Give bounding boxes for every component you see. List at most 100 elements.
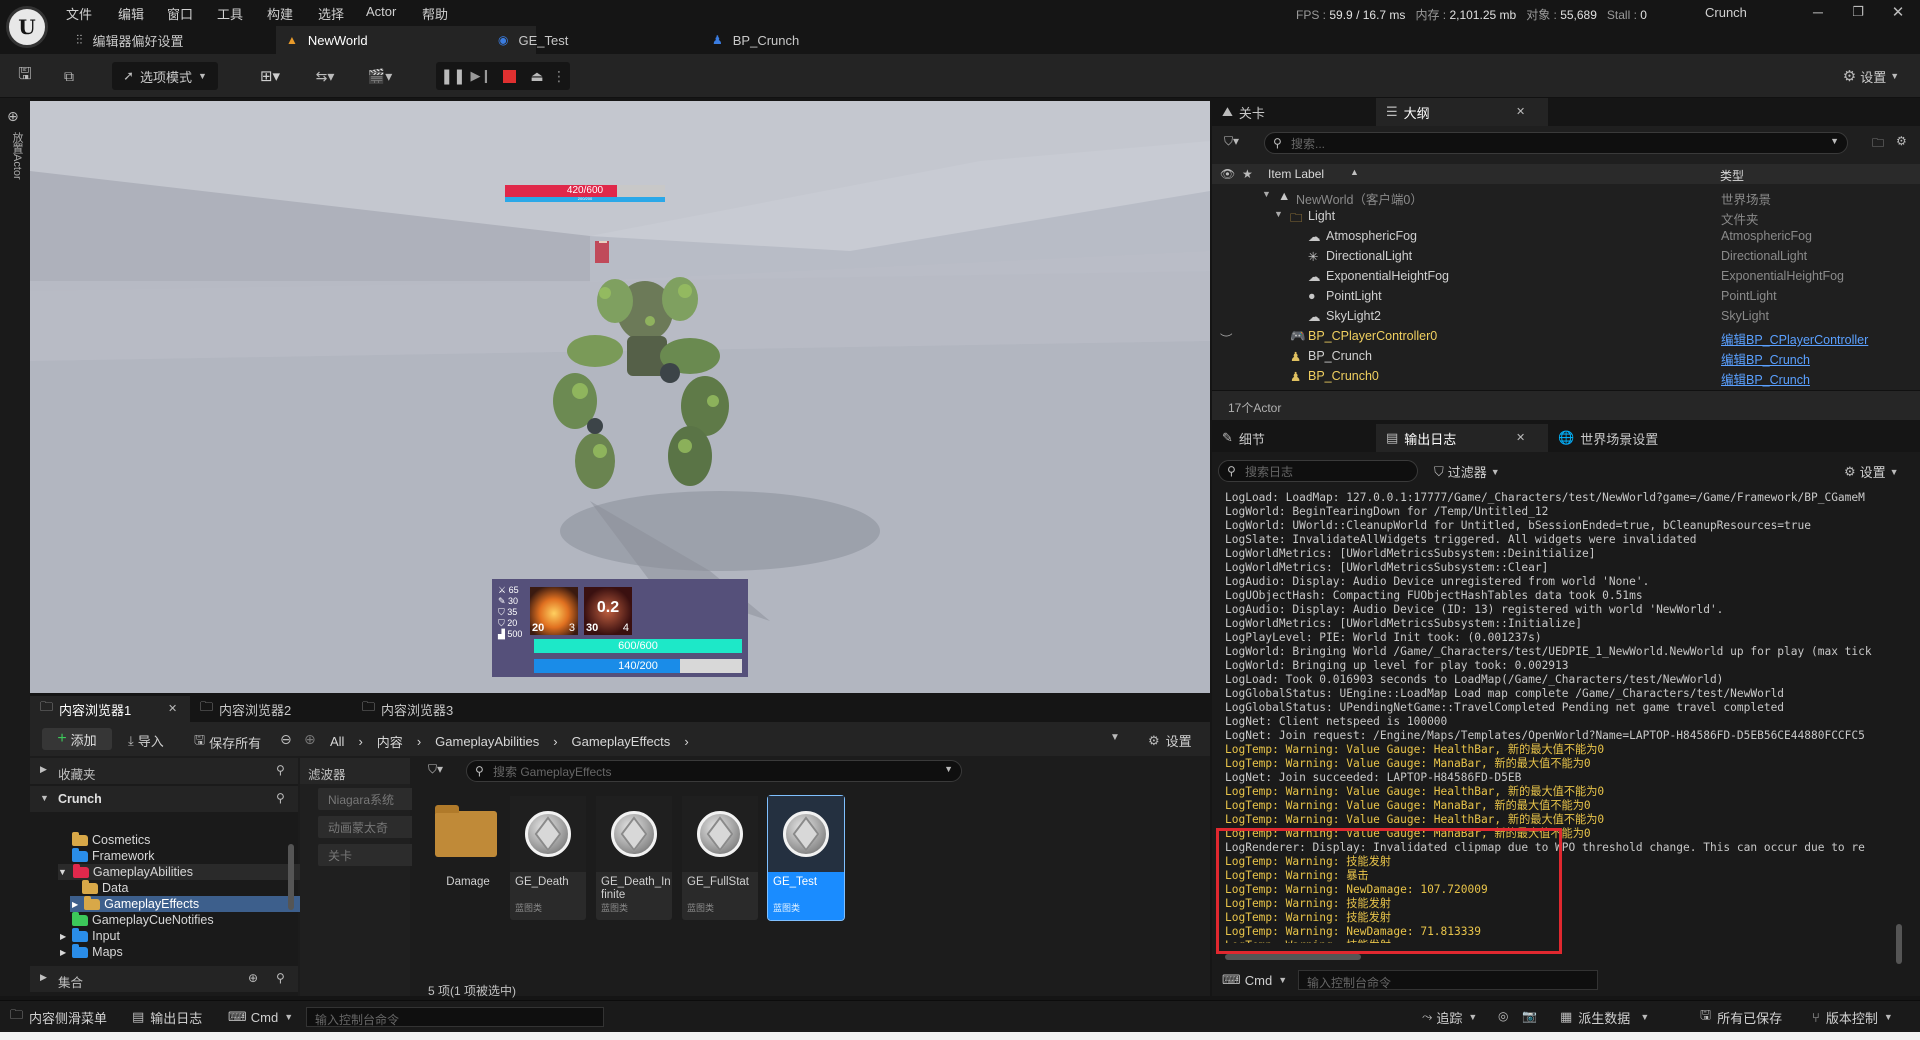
status-cmd-input[interactable]: 输入控制台命令 <box>306 1007 604 1027</box>
pause-icon[interactable]: ❚❚ <box>439 67 467 85</box>
save-button[interactable]: 🖫 <box>12 62 38 90</box>
tab-editor-prefs[interactable]: ⫶⫶ 编辑器偏好设置 <box>66 26 276 54</box>
selection-mode-button[interactable]: ➚ 选项模式 ▼ <box>112 62 218 90</box>
menu-tools[interactable]: 工具 <box>217 4 243 23</box>
folder-cosmetics[interactable]: Cosmetics <box>72 831 150 848</box>
add-collection-icon[interactable]: ⊕ <box>248 971 258 985</box>
close-tab-icon[interactable]: ✕ <box>1516 431 1525 444</box>
save-all-button[interactable]: 🖫 保存所有 <box>194 731 261 753</box>
browse-button[interactable]: ⧉ <box>56 62 82 90</box>
menu-build[interactable]: 构建 <box>267 4 293 23</box>
tab-ge-test[interactable]: ◉ GE_Test <box>488 26 698 54</box>
unreal-logo-icon[interactable]: U <box>6 6 48 48</box>
folder-gameplaycuenotifies[interactable]: GameplayCueNotifies <box>72 911 214 928</box>
skill-slot-fire[interactable]: 20 3 <box>530 587 578 635</box>
eye-icon[interactable]: 👁 <box>1220 167 1235 181</box>
folder-gameplayeffects[interactable]: ▶ GameplayEffects <box>70 895 316 912</box>
place-actor-icon[interactable]: ⊕ <box>7 108 19 125</box>
breadcrumb-gameplayeffects[interactable]: GameplayEffects <box>572 734 671 749</box>
menu-edit[interactable]: 编辑 <box>118 4 144 23</box>
tab-bp-crunch[interactable]: ♟ BP_Crunch <box>702 26 912 54</box>
menu-actor[interactable]: Actor <box>366 4 396 19</box>
breadcrumb-gameplayabilities[interactable]: GameplayAbilities <box>435 734 539 749</box>
filter-icon[interactable]: ⛉▾ <box>1224 134 1239 149</box>
asset-ge-fullstat[interactable]: GE_FullStat 蓝图类 <box>682 796 758 920</box>
cinematics-button[interactable]: 🎬▾ <box>360 62 400 90</box>
source-control-button[interactable]: ⑂ 版本控制 ▼ <box>1812 1001 1893 1033</box>
content-drawer-button[interactable]: 🗀 内容侧滑菜单 <box>10 1001 107 1033</box>
tab-output-log[interactable]: ▤ 输出日志 ✕ <box>1376 424 1548 452</box>
favorites-header[interactable]: ▶ 收藏夹 ⚲ <box>30 758 298 784</box>
outliner-row[interactable]: ☁ ExponentialHeightFog ExponentialHeightFo… <box>1212 266 1912 286</box>
restore-icon[interactable]: ❐ <box>1848 2 1868 22</box>
eject-icon[interactable]: ⏏ <box>523 68 551 85</box>
history-dropdown-icon[interactable]: ▼ <box>1110 732 1120 743</box>
filter-icon[interactable]: ⛉▾ <box>428 762 443 777</box>
search-icon[interactable]: ⚲ <box>276 971 285 985</box>
import-button[interactable]: ⤓ 导入 <box>128 731 164 750</box>
level-viewport[interactable]: 420/600 200/200 ⚔ 65 ✎ 30 ⛉ 35 ⛉ 20 ▟ 50… <box>30 101 1210 693</box>
folder-maps[interactable]: ▶ Maps <box>60 943 123 960</box>
add-button[interactable]: + 添加 <box>42 728 112 750</box>
step-icon[interactable]: ▶❙ <box>467 68 495 84</box>
character-mesh[interactable] <box>535 241 775 501</box>
menu-window[interactable]: 窗口 <box>167 4 193 23</box>
settings-button[interactable]: ⚙ 设置 ▼ <box>1834 62 1908 90</box>
blueprints-button[interactable]: ⇆▾ <box>305 62 345 90</box>
filter-level[interactable]: 关卡 <box>318 844 414 866</box>
breadcrumb-all[interactable]: All <box>330 734 344 749</box>
trace-button[interactable]: ⤳ 追踪 ▼ <box>1422 1001 1477 1033</box>
folder-data[interactable]: Data <box>82 879 128 896</box>
outliner-row[interactable]: ▼ ▲ NewWorld（客户端0） 世界场景 <box>1212 186 1912 207</box>
star-icon[interactable]: ★ <box>1242 167 1253 181</box>
filter-anim-montage[interactable]: 动画蒙太奇 <box>318 816 414 838</box>
log-scrollbar[interactable] <box>1896 924 1902 964</box>
gear-icon[interactable]: ⚙ <box>1896 134 1907 148</box>
stop-icon[interactable] <box>495 69 523 83</box>
search-icon[interactable]: ⚲ <box>276 791 285 805</box>
log-hscrollbar[interactable] <box>1225 954 1361 960</box>
outliner-row[interactable]: ▼ 🗀 Light 文件夹 <box>1212 206 1912 227</box>
outliner-search[interactable]: ⚲ 搜索... ▼ <box>1264 132 1848 154</box>
menu-select[interactable]: 选择 <box>318 4 344 23</box>
outliner-row[interactable]: ♟ BP_Crunch0 编辑BP_Crunch <box>1212 366 1912 388</box>
more-options-icon[interactable]: ⋮ <box>551 68 567 85</box>
forward-icon[interactable]: ⊕ <box>304 731 316 748</box>
log-filter-button[interactable]: ⛉ 过滤器 ▼ <box>1434 462 1500 481</box>
cb-settings-button[interactable]: ⚙ 设置 <box>1148 731 1192 750</box>
status-cmd-selector[interactable]: ⌨ Cmd ▼ <box>228 1001 293 1033</box>
tab-world-settings[interactable]: 🌐 世界场景设置 <box>1548 424 1728 452</box>
add-actor-button[interactable]: ⊞▾ <box>250 62 290 90</box>
chevron-down-icon[interactable]: ▼ <box>1262 189 1271 199</box>
folder-framework[interactable]: Framework <box>72 847 155 864</box>
tab-content-browser-1[interactable]: 🗀 内容浏览器1 ✕ <box>30 696 190 722</box>
close-tab-icon[interactable]: ✕ <box>168 702 177 715</box>
log-cmd-selector[interactable]: ⌨ Cmd ▼ <box>1222 972 1287 988</box>
asset-folder-damage[interactable]: Damage <box>428 796 504 920</box>
all-saved-button[interactable]: 🖫 所有已保存 <box>1700 1001 1782 1033</box>
log-settings-button[interactable]: ⚙ 设置 ▼ <box>1844 462 1899 481</box>
asset-ge-death[interactable]: GE_Death 蓝图类 <box>510 796 586 920</box>
minimize-icon[interactable]: ─ <box>1808 2 1828 22</box>
col-item-label[interactable]: Item Label <box>1268 167 1324 181</box>
log-search[interactable]: ⚲ 搜索日志 <box>1218 460 1418 482</box>
asset-search[interactable]: ⚲ 搜索 GameplayEffects ▼ <box>466 760 962 782</box>
tab-levels[interactable]: ⛰ 关卡 <box>1212 98 1376 126</box>
skill-slot-blast[interactable]: 0.2 30 4 <box>584 587 632 635</box>
collections-header[interactable]: ▶ 集合 ⊕ ⚲ <box>30 966 298 992</box>
menu-file[interactable]: 文件 <box>66 4 92 23</box>
record-icon[interactable]: ◎ <box>1498 1009 1508 1023</box>
new-folder-icon[interactable]: 🗀 <box>1872 134 1884 155</box>
outliner-row[interactable]: ︶ 🎮 BP_CPlayerController0 编辑BP_CPlayerContr… <box>1212 326 1912 347</box>
camera-icon[interactable]: 📷 <box>1522 1009 1537 1023</box>
folder-input[interactable]: ▶ Input <box>60 927 120 944</box>
chevron-down-icon[interactable]: ▼ <box>1274 209 1283 219</box>
folder-gameplayabilities[interactable]: ▼ GameplayAbilities <box>58 863 316 880</box>
outliner-item-type[interactable]: 编辑BP_Crunch <box>1721 369 1810 388</box>
tab-content-browser-2[interactable]: 🗀 内容浏览器2 <box>190 696 350 722</box>
back-icon[interactable]: ⊖ <box>280 731 292 748</box>
close-window-icon[interactable]: ✕ <box>1888 2 1908 22</box>
tab-details[interactable]: ✎ 细节 <box>1212 424 1376 452</box>
tab-outliner[interactable]: ☰ 大纲 ✕ <box>1376 98 1548 126</box>
tree-scrollbar[interactable] <box>288 844 294 910</box>
